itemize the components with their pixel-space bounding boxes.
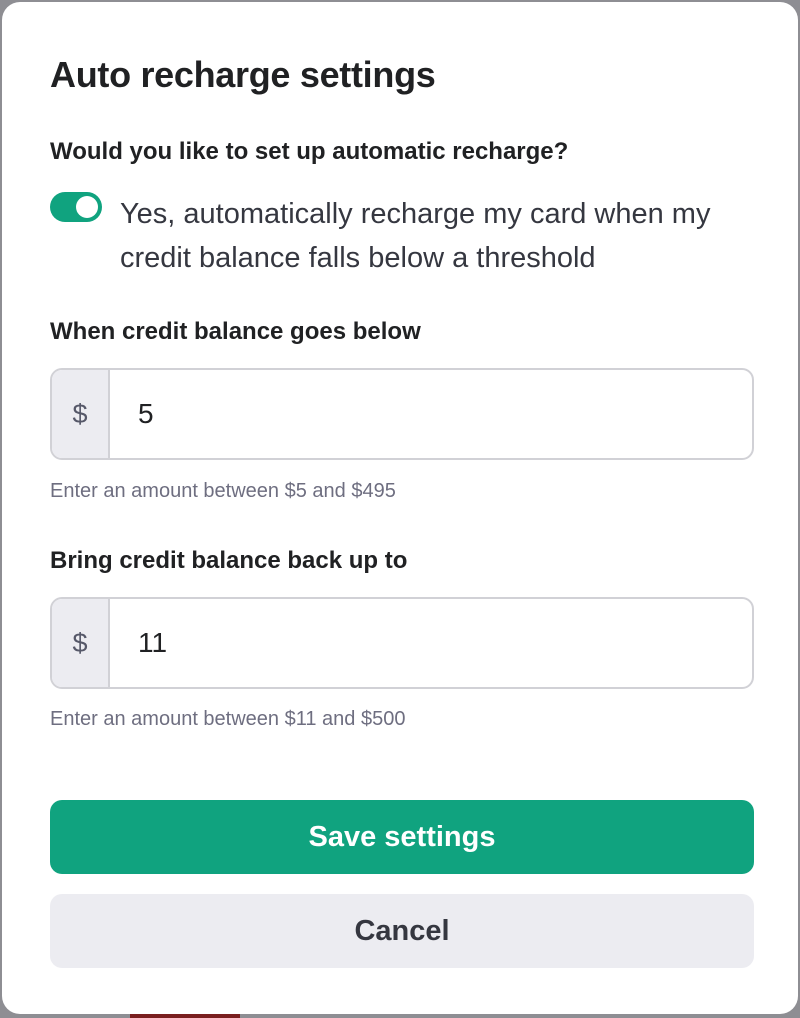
threshold-helper-text: Enter an amount between $5 and $495 (50, 480, 396, 502)
threshold-input-group: $ (50, 368, 754, 460)
auto-recharge-toggle[interactable] (50, 192, 102, 222)
toggle-knob (76, 196, 98, 218)
target-input-group: $ (50, 597, 754, 689)
target-label: Bring credit balance back up to (50, 547, 408, 574)
recharge-question: Would you like to set up automatic recha… (50, 138, 569, 165)
save-settings-button[interactable]: Save settings (50, 800, 754, 874)
cancel-button[interactable]: Cancel (50, 894, 754, 968)
target-input[interactable] (110, 599, 752, 687)
auto-recharge-dialog: Auto recharge settings Would you like to… (2, 2, 798, 1014)
dialog-title: Auto recharge settings (50, 54, 436, 95)
threshold-currency-prefix: $ (52, 370, 110, 458)
target-helper-text: Enter an amount between $11 and $500 (50, 708, 406, 730)
target-currency-prefix: $ (52, 599, 110, 687)
threshold-input[interactable] (110, 370, 752, 458)
auto-recharge-toggle-label: Yes, automatically recharge my card when… (120, 198, 711, 274)
threshold-label: When credit balance goes below (50, 318, 421, 345)
